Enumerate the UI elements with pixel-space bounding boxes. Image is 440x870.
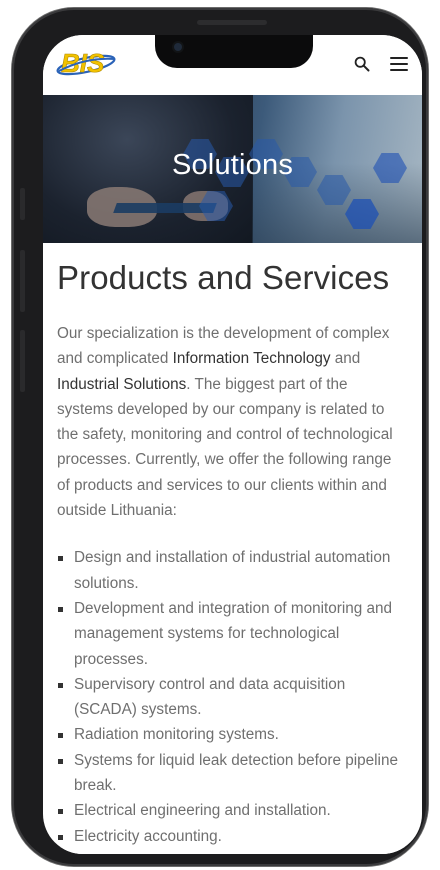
bullet-icon	[58, 682, 63, 688]
intro-highlight: Information Technology	[172, 350, 331, 368]
list-item: Electrical engineering and installation.	[57, 798, 407, 823]
hero-title: Solutions	[171, 149, 294, 181]
screen: BIS Solutions Products and Services Our …	[43, 35, 422, 854]
main-content: Products and Services Our specialization…	[57, 243, 407, 849]
bullet-icon	[58, 809, 63, 815]
volume-up-button	[20, 250, 25, 312]
bullet-icon	[58, 733, 63, 739]
list-item-text: Radiation monitoring systems.	[74, 726, 279, 744]
bis-logo-icon: BIS	[56, 48, 116, 78]
list-item: Supervisory control and data acquisition…	[57, 672, 407, 723]
svg-text:BIS: BIS	[61, 48, 105, 78]
hero-banner: Solutions	[43, 95, 422, 243]
volume-down-button	[20, 330, 25, 392]
list-item-text: Supervisory control and data acquisition…	[74, 675, 346, 719]
list-item-text: Systems for liquid leak detection before…	[74, 751, 398, 795]
list-item: Development and integration of monitorin…	[57, 596, 407, 672]
list-item: Electricity accounting.	[57, 824, 407, 849]
list-item: Systems for liquid leak detection before…	[57, 748, 407, 799]
page-title: Products and Services	[57, 259, 390, 296]
speaker-grille	[197, 20, 267, 25]
intro-paragraph: Our specialization is the development of…	[57, 321, 407, 523]
notch	[155, 35, 313, 68]
front-camera	[174, 43, 182, 51]
list-item: Radiation monitoring systems.	[57, 722, 407, 747]
search-icon[interactable]	[354, 56, 370, 72]
bullet-icon	[58, 834, 63, 840]
intro-text: and	[330, 350, 361, 368]
list-item: Design and installation of industrial au…	[57, 545, 407, 596]
hamburger-menu-icon[interactable]	[390, 56, 408, 72]
intro-text: . The biggest part of the systems develo…	[57, 375, 393, 520]
mute-switch	[20, 188, 25, 220]
bullet-icon	[58, 758, 63, 764]
list-item-text: Development and integration of monitorin…	[74, 599, 393, 668]
list-item-text: Electricity accounting.	[74, 827, 222, 845]
intro-highlight: Industrial Solutions	[57, 375, 187, 393]
bullet-icon	[58, 606, 63, 612]
site-logo[interactable]: BIS	[55, 45, 117, 81]
phone-frame: BIS Solutions Products and Services Our …	[12, 8, 428, 866]
bullet-icon	[58, 556, 63, 562]
list-item-text: Electrical engineering and installation.	[74, 802, 331, 820]
list-item-text: Design and installation of industrial au…	[74, 549, 391, 592]
bottom-bezel-area	[43, 847, 422, 854]
services-list: Design and installation of industrial au…	[57, 545, 407, 849]
